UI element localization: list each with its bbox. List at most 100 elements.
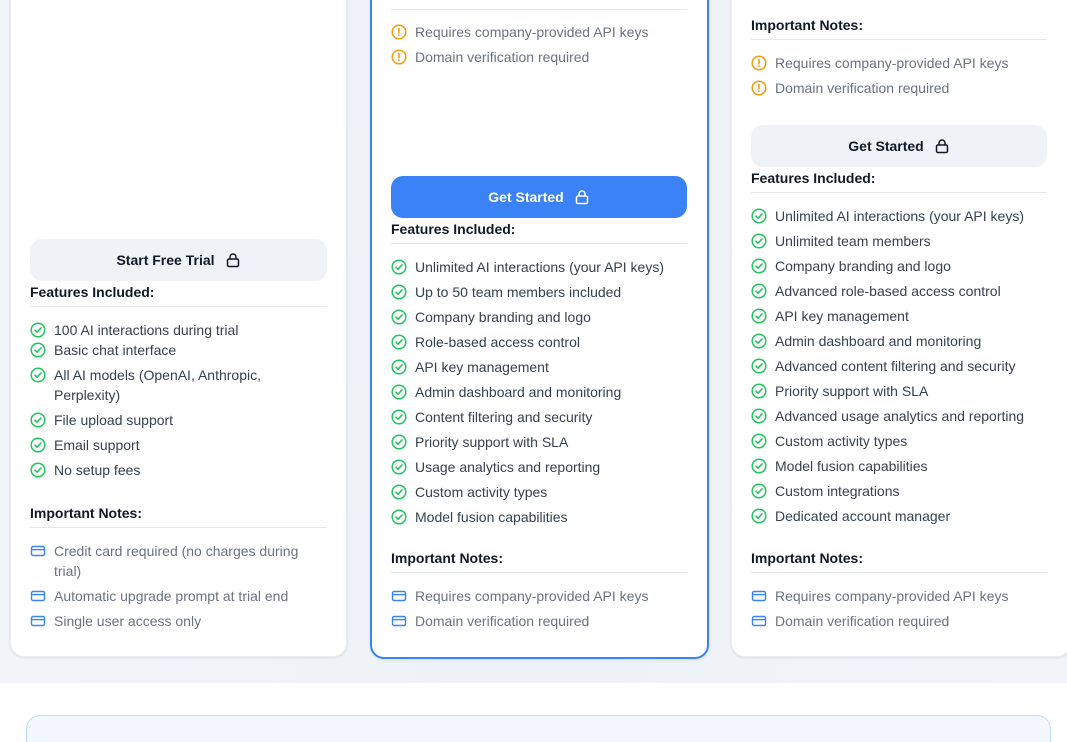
item-label: Requires company-provided API keys: [415, 24, 649, 40]
item-label: Domain verification required: [415, 613, 590, 629]
item-label: Advanced role-based access control: [775, 283, 1001, 299]
item-label: Company branding and logo: [415, 309, 591, 325]
feature-item: Unlimited AI interactions (your API keys…: [751, 206, 1047, 226]
item-label: Priority support with SLA: [775, 383, 929, 399]
check-circle-icon: [751, 308, 767, 324]
check-circle-icon: [391, 359, 407, 375]
warning-list: Requires company-provided API keys Domain…: [391, 22, 687, 67]
feature-item: Content filtering and security: [391, 407, 687, 427]
notes-title: Important Notes:: [751, 550, 1047, 573]
check-circle-icon: [391, 434, 407, 450]
item-label: No setup fees: [54, 462, 141, 478]
feature-item: Admin dashboard and monitoring: [751, 331, 1047, 351]
warning-item: Domain verification required: [751, 78, 1047, 98]
check-circle-icon: [751, 458, 767, 474]
feature-item: Advanced role-based access control: [751, 281, 1047, 301]
feature-item: Advanced content filtering and security: [751, 356, 1047, 376]
start-free-trial-label: Start Free Trial: [116, 252, 215, 268]
item-label: Unlimited AI interactions (your API keys…: [415, 259, 664, 275]
check-circle-icon: [391, 284, 407, 300]
item-label: API key management: [415, 359, 549, 375]
feature-item: Custom integrations: [751, 481, 1047, 501]
item-label: File upload support: [54, 412, 174, 428]
get-started-label: Get Started: [488, 189, 564, 205]
feature-item: 100 AI interactions during trial: [30, 320, 327, 340]
notes-list: Credit card required (no charges during …: [30, 541, 327, 631]
item-label: Domain verification required: [415, 49, 590, 65]
lock-icon: [574, 189, 590, 205]
item-label: Content filtering and security: [415, 409, 593, 425]
feature-list: Unlimited AI interactions (your API keys…: [391, 257, 687, 527]
start-free-trial-button[interactable]: Start Free Trial: [30, 239, 327, 281]
note-item: Credit card required (no charges during …: [30, 541, 327, 581]
feature-item: Unlimited AI interactions (your API keys…: [391, 257, 687, 277]
feature-item: Role-based access control: [391, 332, 687, 352]
feature-item: Basic chat interface: [30, 340, 327, 360]
check-circle-icon: [751, 508, 767, 524]
item-label: Custom activity types: [415, 484, 548, 500]
feature-item: All AI models (OpenAI, Anthropic, Perple…: [30, 365, 327, 405]
check-circle-icon: [30, 462, 46, 478]
check-circle-icon: [751, 383, 767, 399]
notes-title: Important Notes:: [391, 550, 687, 573]
item-label: Unlimited AI interactions (your API keys…: [775, 208, 1024, 224]
credit-card-icon: [391, 588, 407, 604]
check-circle-icon: [391, 409, 407, 425]
check-circle-icon: [391, 309, 407, 325]
feature-item: Custom activity types: [751, 431, 1047, 451]
feature-item: API key management: [751, 306, 1047, 326]
check-circle-icon: [391, 384, 407, 400]
credit-card-icon: [30, 613, 46, 629]
feature-item: No setup fees: [30, 460, 327, 480]
item-label: Company branding and logo: [775, 258, 951, 274]
note-item: Requires company-provided API keys: [391, 586, 687, 606]
feature-item: File upload support: [30, 410, 327, 430]
get-started-button[interactable]: Get Started: [391, 176, 687, 218]
feature-item: Priority support with SLA: [751, 381, 1047, 401]
credit-card-icon: [30, 543, 46, 559]
item-label: Usage analytics and reporting: [415, 459, 601, 475]
get-started-button[interactable]: Get Started: [751, 125, 1047, 167]
item-label: Requires company-provided API keys: [775, 588, 1009, 604]
check-circle-icon: [751, 433, 767, 449]
check-circle-icon: [391, 459, 407, 475]
warning-item: Requires company-provided API keys: [751, 53, 1047, 73]
check-circle-icon: [30, 437, 46, 453]
feature-list: Unlimited AI interactions (your API keys…: [751, 206, 1047, 526]
note-item: Single user access only: [30, 611, 327, 631]
feature-item: Model fusion capabilities: [751, 456, 1047, 476]
note-item: Automatic upgrade prompt at trial end: [30, 586, 327, 606]
credit-card-icon: [751, 588, 767, 604]
item-label: Advanced usage analytics and reporting: [775, 408, 1025, 424]
item-label: Dedicated account manager: [775, 508, 951, 524]
features-title: Features Included:: [391, 221, 687, 244]
feature-item: Admin dashboard and monitoring: [391, 382, 687, 402]
feature-list: 100 AI interactions during trial Basic ch…: [30, 320, 327, 480]
get-started-label: Get Started: [848, 138, 924, 154]
feature-item: Company branding and logo: [391, 307, 687, 327]
check-circle-icon: [391, 509, 407, 525]
item-label: Advanced content filtering and security: [775, 358, 1016, 374]
item-label: Admin dashboard and monitoring: [415, 384, 622, 400]
features-title: Features Included:: [751, 170, 1047, 193]
check-circle-icon: [751, 358, 767, 374]
check-circle-icon: [751, 283, 767, 299]
check-circle-icon: [391, 259, 407, 275]
item-label: Unlimited team members: [775, 233, 931, 249]
feature-item: Dedicated account manager: [751, 506, 1047, 526]
check-circle-icon: [391, 334, 407, 350]
item-label: Domain verification required: [775, 613, 950, 629]
lock-icon: [225, 252, 241, 268]
item-label: Email support: [54, 437, 140, 453]
item-label: Priority support with SLA: [415, 434, 569, 450]
feature-item: Company branding and logo: [751, 256, 1047, 276]
item-label: Single user access only: [54, 613, 202, 629]
notes-title: Important Notes:: [30, 505, 327, 528]
warning-item: Requires company-provided API keys: [391, 22, 687, 42]
feature-item: Advanced usage analytics and reporting: [751, 406, 1047, 426]
item-label: Credit card required (no charges during …: [54, 543, 299, 579]
alert-circle-icon: [751, 80, 767, 96]
item-label: Domain verification required: [775, 80, 950, 96]
feature-item: Unlimited team members: [751, 231, 1047, 251]
item-label: API key management: [775, 308, 909, 324]
